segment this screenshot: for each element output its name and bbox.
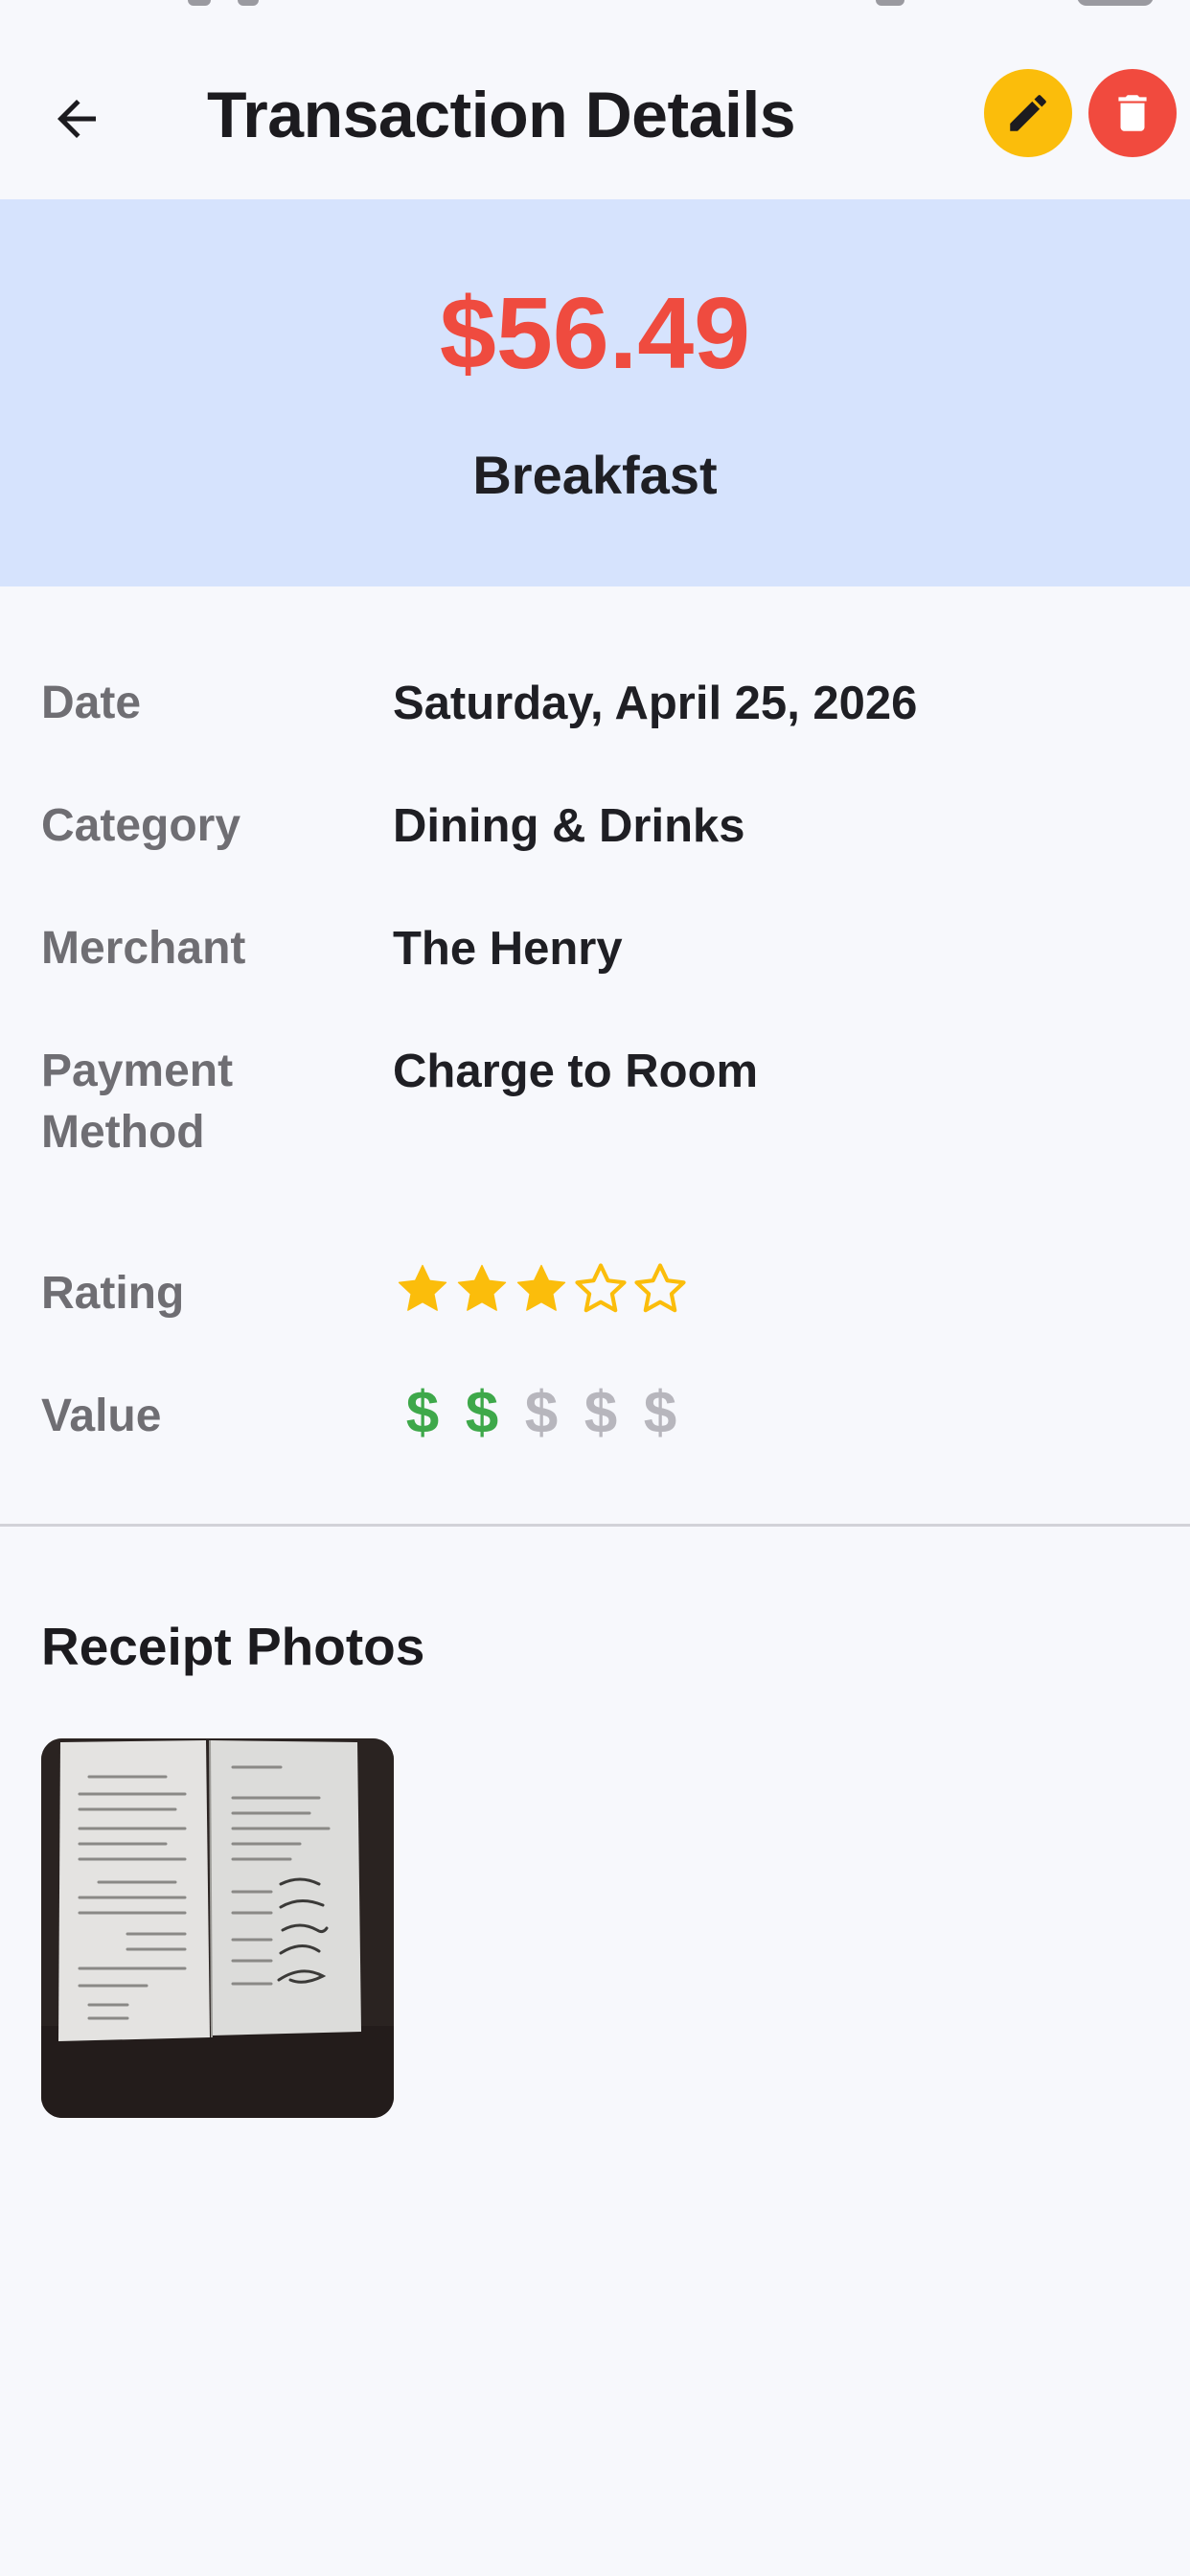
rating-label: Rating <box>41 1268 185 1319</box>
signal-icon <box>188 0 211 6</box>
star-filled-icon <box>398 1264 447 1311</box>
arrow-left-icon <box>57 100 96 138</box>
payment-method-label-line1: Payment <box>41 1046 234 1096</box>
dollar-empty-icon: $ <box>643 1380 677 1446</box>
receipt-photo-image <box>41 1738 394 2118</box>
payment-method-value: Charge to Room <box>393 1046 759 1097</box>
dollar-filled-icon: $ <box>465 1380 499 1446</box>
page-title: Transaction Details <box>207 79 796 151</box>
delete-button[interactable] <box>1088 69 1177 157</box>
status-bar <box>0 0 1190 29</box>
battery-icon <box>876 0 904 6</box>
dollar-empty-icon: $ <box>584 1380 618 1446</box>
dollar-filled-icon: $ <box>405 1380 440 1446</box>
transaction-summary: $56.49 Breakfast <box>0 199 1190 586</box>
app-bar: Transaction Details <box>0 29 1190 199</box>
back-button[interactable] <box>34 77 119 161</box>
pencil-icon <box>1010 95 1046 131</box>
toggle-icon <box>1077 0 1154 6</box>
trash-icon <box>1118 95 1147 131</box>
star-outline-icon <box>634 1263 686 1313</box>
edit-button[interactable] <box>984 69 1072 157</box>
star-filled-icon <box>457 1264 507 1311</box>
receipt-photo-thumbnail[interactable] <box>41 1738 394 2118</box>
transaction-amount: $56.49 <box>439 277 751 390</box>
payment-method-label-line2: Method <box>41 1107 205 1158</box>
payment-method-label: Payment Method <box>41 1041 357 1163</box>
rating-stars <box>393 1259 690 1319</box>
receipt-photos-title: Receipt Photos <box>41 1617 425 1676</box>
star-outline-icon <box>575 1263 627 1313</box>
section-divider <box>0 1524 1190 1527</box>
category-value: Dining & Drinks <box>393 800 745 852</box>
category-label: Category <box>41 800 241 851</box>
merchant-label: Merchant <box>41 923 246 974</box>
transaction-name: Breakfast <box>472 445 718 505</box>
merchant-value: The Henry <box>393 923 623 975</box>
value-dollars: $ $ $ $ $ <box>393 1380 690 1447</box>
wifi-icon <box>238 0 259 6</box>
value-label: Value <box>41 1391 162 1441</box>
star-filled-icon <box>516 1264 566 1311</box>
dollar-empty-icon: $ <box>524 1380 559 1446</box>
date-value: Saturday, April 25, 2026 <box>393 678 918 729</box>
date-label: Date <box>41 678 142 728</box>
